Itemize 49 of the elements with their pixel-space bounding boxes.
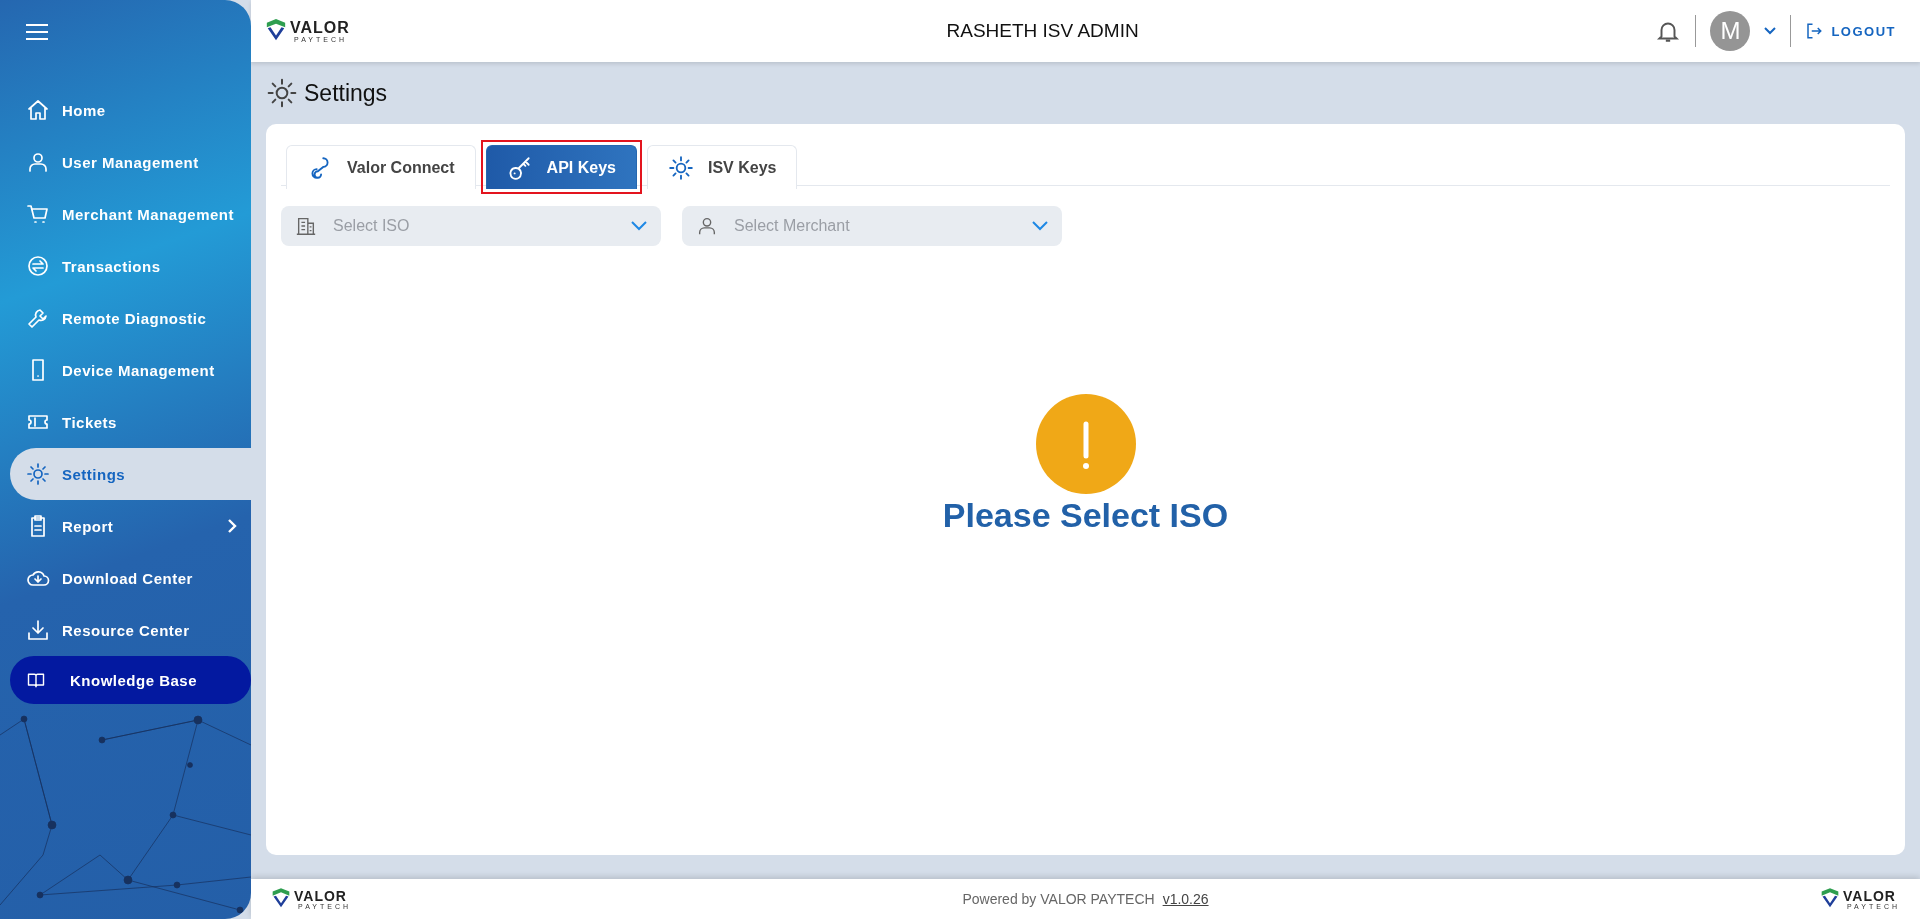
caret-icon[interactable]	[1764, 27, 1777, 35]
settings-icon	[667, 154, 694, 181]
settings-icon	[266, 77, 298, 109]
user-icon	[696, 215, 718, 237]
caret-icon	[631, 221, 647, 231]
tab[interactable]: API Keys	[485, 145, 637, 189]
version-link[interactable]: v1.0.26	[1162, 891, 1209, 907]
tab[interactable]: Valor Connect	[286, 145, 476, 189]
wrench-icon	[26, 306, 50, 330]
sidebar-item[interactable]: Device Management	[0, 344, 251, 396]
sidebar-item[interactable]: Resource Center	[0, 604, 251, 656]
account-title: RASHETH ISV ADMIN	[945, 20, 1140, 42]
menu-icon[interactable]	[26, 24, 48, 40]
logout-button[interactable]: LOGOUT	[1805, 22, 1902, 40]
logo-wordmark: VALOR	[294, 888, 348, 903]
footer-text: Powered by VALOR PAYTECH	[962, 891, 1155, 907]
sidebar-item[interactable]: Settings	[10, 448, 251, 500]
empty-state-message: Please Select ISO	[942, 496, 1229, 535]
caret-icon	[1032, 221, 1048, 231]
user-avatar[interactable]: M	[1710, 11, 1751, 51]
shield-icon	[1819, 888, 1840, 910]
user-icon	[26, 150, 50, 174]
sidebar-item[interactable]: Transactions	[0, 240, 251, 292]
building-icon	[295, 215, 317, 237]
sidebar-item[interactable]: User Management	[0, 136, 251, 188]
sidebar-item[interactable]: Remote Diagnostic	[0, 292, 251, 344]
page-title: Settings	[304, 79, 388, 107]
logo-wordmark: VALOR	[1842, 888, 1897, 903]
home-icon	[26, 98, 50, 122]
dropdown-field[interactable]: Select Merchant	[682, 206, 1062, 246]
cart-icon	[26, 202, 50, 226]
dropdown-input[interactable]: Select Merchant	[732, 216, 1018, 236]
sidebar-item[interactable]: Report	[0, 500, 251, 552]
shield-icon	[271, 888, 291, 910]
download-icon	[26, 618, 50, 642]
sidebar-item[interactable]: Tickets	[0, 396, 251, 448]
sidebar-item[interactable]: Home	[0, 84, 251, 136]
dropdown-field[interactable]: Select ISO	[281, 206, 661, 246]
sidebar-item[interactable]: Merchant Management	[0, 188, 251, 240]
chevron-right-icon	[227, 518, 237, 534]
warning-icon	[1035, 394, 1136, 494]
logo-wordmark: VALOR	[290, 19, 350, 36]
logout-icon	[1805, 22, 1824, 40]
sidebar-item[interactable]: Knowledge Base	[10, 656, 251, 704]
key-icon	[506, 154, 533, 181]
settings-icon	[26, 462, 50, 486]
tab[interactable]: ISV Keys	[646, 145, 798, 189]
sidebar-item[interactable]: Download Center	[0, 552, 251, 604]
dropdown-input[interactable]: Select ISO	[331, 216, 617, 236]
